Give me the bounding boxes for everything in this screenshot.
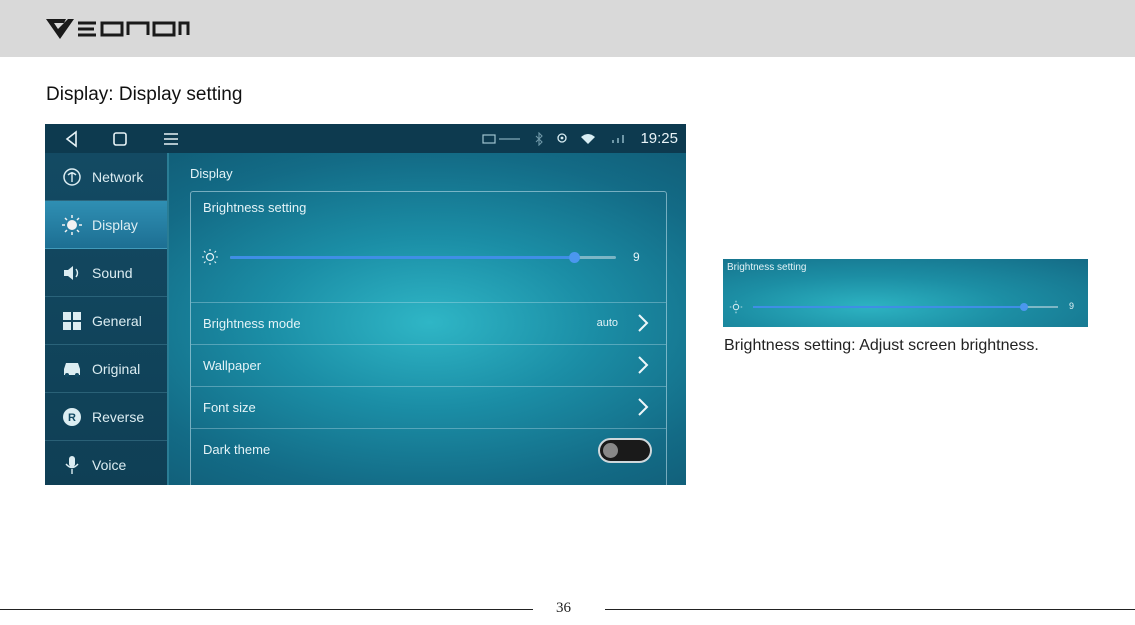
svg-text:R: R (68, 412, 76, 424)
font-size-row[interactable]: Font size (191, 386, 666, 428)
microphone-icon (61, 454, 83, 476)
sidebar-item-sound[interactable]: Sound (45, 249, 167, 297)
preview-brightness-slider (753, 303, 1058, 311)
footer-rule-right (605, 609, 1135, 610)
sidebar-item-label: Original (92, 360, 141, 377)
brightness-slider[interactable] (230, 252, 616, 263)
sidebar-item-label: Reverse (92, 408, 145, 425)
page-number: 36 (556, 600, 571, 616)
bluetooth-icon (536, 131, 544, 146)
preview-slider-fill (753, 306, 1024, 308)
status-clock: 19:25 (640, 130, 678, 147)
dark-theme-toggle[interactable] (598, 438, 652, 463)
brightness-heading: Brightness setting (203, 200, 307, 215)
settings-panel: Brightness setting 9 Brightness mode aut… (190, 191, 667, 485)
caption: Brightness setting: Adjust screen bright… (724, 337, 1039, 354)
wifi-icon (581, 133, 596, 144)
toggle-knob (603, 443, 618, 458)
brightness-value: 9 (633, 250, 640, 264)
sun-small-icon (729, 300, 743, 314)
sidebar-item-general[interactable]: General (45, 297, 167, 345)
preview-brightness-value: 9 (1069, 301, 1075, 311)
chevron-right-icon (638, 356, 649, 374)
row-label: Dark theme (203, 442, 271, 457)
sidebar-item-label: General (92, 312, 142, 329)
section-title: Display: Display setting (46, 84, 243, 105)
dark-theme-row: Dark theme (191, 428, 666, 470)
menu-icon[interactable] (161, 129, 181, 149)
sidebar-item-label: Sound (92, 264, 133, 281)
brightness-mode-row[interactable]: Brightness mode auto (191, 302, 666, 344)
brightness-preview-image: Brightness setting 9 (723, 259, 1088, 327)
preview-heading: Brightness setting (727, 262, 807, 273)
reverse-icon: R (61, 406, 83, 428)
sidebar-item-label: Network (92, 168, 144, 185)
sun-icon (61, 214, 83, 236)
display-settings-content: Display Brightness setting 9 Brightness … (171, 153, 686, 485)
eonon-logo (46, 19, 190, 39)
row-label: Font size (203, 400, 256, 415)
network-icon (61, 166, 83, 188)
footer-rule-left (0, 609, 533, 610)
sun-small-icon (202, 249, 218, 265)
wallpaper-row[interactable]: Wallpaper (191, 344, 666, 386)
brightness-mode-value: auto (596, 317, 618, 329)
grid-icon (61, 310, 83, 332)
sidebar-item-voice[interactable]: Voice (45, 441, 167, 485)
gps-icon (557, 132, 568, 143)
back-icon[interactable] (62, 129, 82, 149)
device-screenshot: 19:25 Network Display Sound General Orig… (45, 124, 686, 485)
home-icon[interactable] (110, 129, 130, 149)
car-icon (61, 358, 83, 380)
row-label: Wallpaper (203, 358, 262, 373)
status-bar: 19:25 (45, 124, 686, 153)
sidebar-item-network[interactable]: Network (45, 153, 167, 201)
chevron-right-icon (638, 314, 649, 332)
settings-sidebar: Network Display Sound General Original R… (45, 153, 169, 485)
content-title: Display (190, 166, 233, 181)
brightness-slider-row: 9 (201, 246, 656, 270)
header-bar (0, 0, 1135, 57)
brightness-slider-thumb[interactable] (568, 252, 580, 263)
sidebar-item-original[interactable]: Original (45, 345, 167, 393)
sidebar-item-reverse[interactable]: R Reverse (45, 393, 167, 441)
speaker-icon (61, 262, 83, 284)
sidebar-item-display[interactable]: Display (45, 201, 167, 249)
signal-icon (612, 134, 625, 143)
preview-slider-thumb (1020, 303, 1028, 311)
sidebar-item-label: Voice (92, 456, 127, 473)
row-label: Brightness mode (203, 316, 301, 331)
sidebar-item-label: Display (92, 216, 138, 233)
chevron-right-icon (638, 398, 649, 416)
brightness-slider-fill (230, 256, 574, 259)
usb-icon (482, 133, 521, 144)
